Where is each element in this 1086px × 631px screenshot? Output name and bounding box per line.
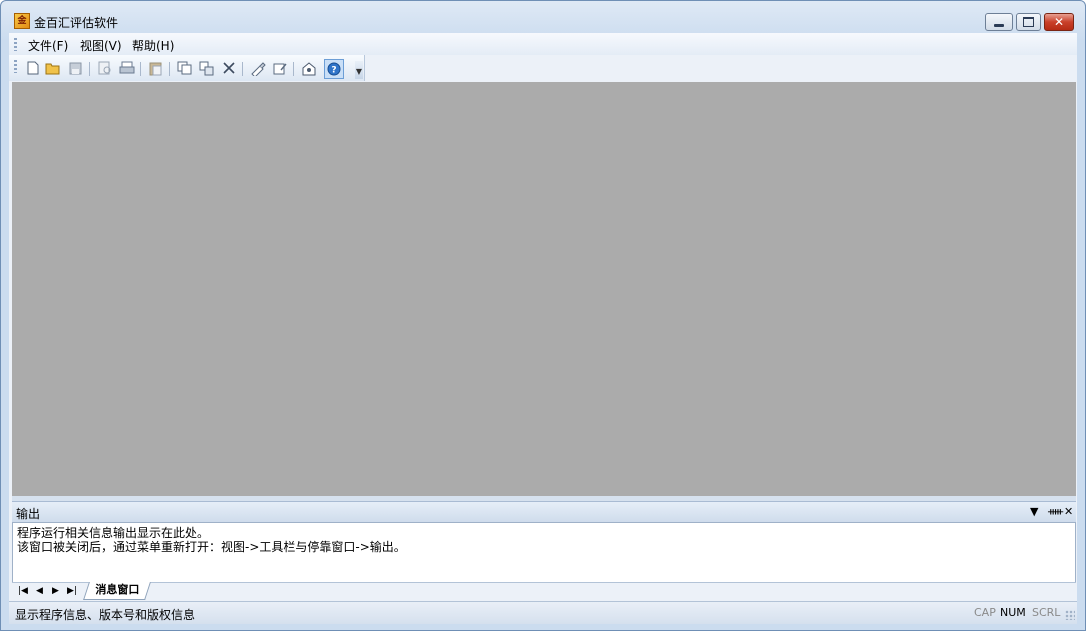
output-tab-bar: |◀ ◀ ▶ ▶| 消息窗口 bbox=[12, 582, 1076, 601]
window-controls: ✕ bbox=[982, 13, 1074, 31]
maximize-button[interactable] bbox=[1016, 13, 1041, 31]
window-title: 金百汇评估软件 bbox=[34, 16, 119, 30]
next-tab-icon[interactable]: ▶ bbox=[52, 586, 59, 596]
tab-messages[interactable]: 消息窗口 bbox=[83, 582, 151, 600]
maximize-icon bbox=[1017, 14, 1040, 30]
menu-bar: 文件(F) 视图(V) 帮助(H) bbox=[9, 33, 1077, 55]
tab-messages-label: 消息窗口 bbox=[95, 583, 140, 596]
app-logo-icon[interactable]: 金 bbox=[14, 13, 30, 29]
edit-icon[interactable] bbox=[272, 60, 288, 76]
close-icon: ✕ bbox=[1053, 15, 1065, 29]
prev-tab-icon[interactable]: ◀ bbox=[36, 586, 43, 596]
about-icon[interactable] bbox=[301, 60, 317, 76]
preview-icon[interactable] bbox=[97, 60, 113, 76]
save-icon[interactable] bbox=[67, 60, 83, 76]
title-bar[interactable]: 金 金百汇评估软件 ✕ bbox=[1, 1, 1085, 33]
output-line: 该窗口被关闭后，通过菜单重新打开：视图->工具栏与停靠窗口->输出。 bbox=[17, 540, 406, 554]
menu-file[interactable]: 文件(F) bbox=[28, 37, 68, 54]
output-panel-header: 输出 ▼ ᚔ ✕ bbox=[12, 501, 1076, 522]
output-message-area[interactable]: 程序运行相关信息输出显示在此处。 该窗口被关闭后，通过菜单重新打开：视图->工具… bbox=[12, 522, 1076, 583]
status-bar: 显示程序信息、版本号和版权信息 CAP NUM SCRL bbox=[9, 601, 1077, 624]
minimize-icon bbox=[986, 14, 1012, 30]
panel-menu-icon[interactable]: ▼ bbox=[1030, 505, 1038, 518]
brush-icon[interactable] bbox=[250, 60, 266, 76]
svg-text:?: ? bbox=[331, 66, 336, 76]
new-icon[interactable] bbox=[25, 60, 41, 76]
size-grip-icon[interactable] bbox=[1065, 610, 1075, 620]
minimize-button[interactable] bbox=[985, 13, 1013, 31]
menu-view[interactable]: 视图(V) bbox=[80, 37, 122, 54]
toolbar-overflow-button[interactable]: ▼ bbox=[355, 61, 363, 79]
client-area: 文件(F) 视图(V) 帮助(H) ? ▼ 输出 ▼ ᚔ ✕ 程序运行相关信息输… bbox=[9, 33, 1077, 624]
cap-indicator: CAP bbox=[974, 606, 996, 619]
num-indicator: NUM bbox=[1000, 606, 1026, 619]
move-icon[interactable] bbox=[199, 60, 215, 76]
print-icon[interactable] bbox=[119, 60, 135, 76]
status-text: 显示程序信息、版本号和版权信息 bbox=[15, 608, 196, 622]
open-icon[interactable] bbox=[45, 60, 61, 76]
first-tab-icon[interactable]: |◀ bbox=[18, 586, 28, 596]
help-icon[interactable]: ? bbox=[324, 59, 344, 79]
paste-icon[interactable] bbox=[148, 60, 164, 76]
output-panel-title: 输出 bbox=[16, 507, 41, 521]
last-tab-icon[interactable]: ▶| bbox=[67, 586, 77, 596]
menubar-grip[interactable] bbox=[14, 38, 17, 51]
menu-help[interactable]: 帮助(H) bbox=[132, 37, 174, 54]
delete-icon[interactable] bbox=[221, 60, 237, 76]
toolbar-grip[interactable] bbox=[14, 60, 17, 73]
mdi-workspace[interactable] bbox=[12, 82, 1076, 496]
toolbar: ? ▼ bbox=[9, 55, 365, 81]
close-button[interactable]: ✕ bbox=[1044, 13, 1074, 31]
app-window: 金 金百汇评估软件 ✕ 文件(F) 视图(V) 帮助(H) ? ▼ 输出 ▼ ᚔ… bbox=[0, 0, 1086, 631]
copy-icon[interactable] bbox=[177, 60, 193, 76]
scrl-indicator: SCRL bbox=[1032, 606, 1061, 619]
panel-close-icon[interactable]: ✕ bbox=[1064, 505, 1073, 518]
pin-icon[interactable]: ᚔ bbox=[1048, 505, 1063, 518]
